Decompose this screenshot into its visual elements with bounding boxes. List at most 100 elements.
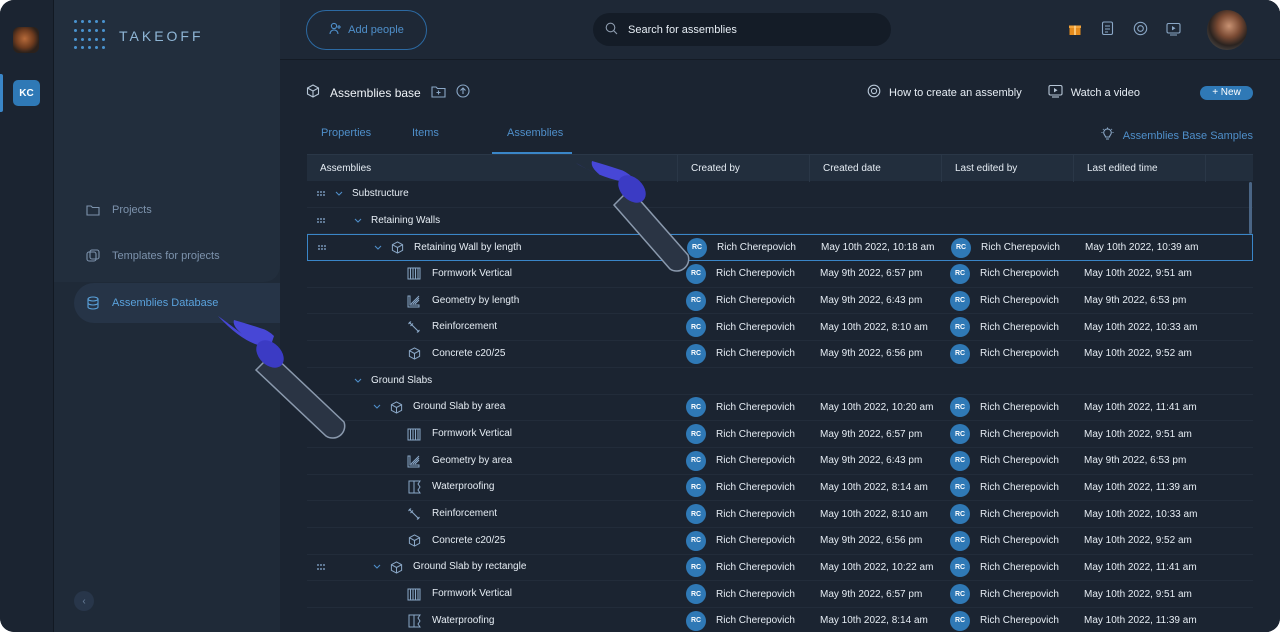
chevron-down-icon[interactable] <box>335 190 343 198</box>
edited-by-cell: RC Rich Cherepovich <box>942 555 1074 581</box>
edited-by-cell: RC Rich Cherepovich <box>943 235 1075 260</box>
table-scrollbar[interactable] <box>1249 182 1252 234</box>
chevron-down-icon[interactable] <box>373 403 381 411</box>
edited-by-cell: RC Rich Cherepovich <box>942 475 1074 501</box>
table-row[interactable]: Formwork Vertical RC Rich Cherepovich May 9… <box>307 421 1253 448</box>
sidebar-item-projects[interactable]: Projects <box>74 190 280 230</box>
table-row[interactable]: Formwork Vertical RC Rich Cherepovich May 9… <box>307 261 1253 288</box>
help-icon[interactable] <box>1132 20 1149 37</box>
table-row[interactable]: Geometry by area RC Rich Cherepovich May 9t… <box>307 448 1253 475</box>
tabs: Properties Items Assemblies <box>306 122 572 154</box>
assembly-name-cell: Geometry by area <box>307 448 678 474</box>
created-date-cell: May 10th 2022, 8:14 am <box>820 481 928 493</box>
app-avatar[interactable] <box>13 27 39 53</box>
table-row[interactable]: Geometry by length RC Rich Cherepovich May … <box>307 288 1253 315</box>
chevron-down-icon[interactable] <box>354 217 362 225</box>
samples-label: Assemblies Base Samples <box>1122 130 1253 142</box>
chevron-down-icon[interactable] <box>374 244 382 252</box>
search-placeholder: Search for assemblies <box>628 23 737 36</box>
user-name: Rich Cherepovich <box>716 561 795 573</box>
drag-handle-icon[interactable] <box>317 217 325 224</box>
collapse-sidebar-button[interactable]: ‹ <box>74 591 94 611</box>
video-icon[interactable] <box>1165 20 1182 37</box>
table-row[interactable]: Retaining Walls <box>307 208 1253 235</box>
avatar: RC <box>686 343 706 364</box>
edited-by-cell: RC Rich Cherepovich <box>942 608 1074 632</box>
new-folder-icon[interactable] <box>431 85 446 101</box>
edited-time-cell <box>1074 208 1206 234</box>
edited-by-cell: RC Rich Cherepovich <box>942 501 1074 527</box>
edited-by-cell: RC Rich Cherepovich <box>942 261 1074 287</box>
tab-properties[interactable]: Properties <box>306 122 397 154</box>
table-row[interactable]: Formwork Vertical RC Rich Cherepovich May 9… <box>307 581 1253 608</box>
assembly-name: Geometry by length <box>432 294 520 306</box>
lightbulb-icon <box>1100 127 1115 145</box>
assembly-name-cell: Geometry by length <box>307 288 678 314</box>
assembly-name: Ground Slab by area <box>413 401 506 413</box>
created-date-cell <box>810 208 942 234</box>
workspace-badge[interactable]: KC <box>13 80 40 106</box>
table-row[interactable]: Ground Slab by rectangle RC Rich Cherepovi… <box>307 555 1253 582</box>
watch-video-label: Watch a video <box>1070 86 1140 99</box>
edited-by-cell: RC Rich Cherepovich <box>942 341 1074 367</box>
drag-handle-icon[interactable] <box>317 564 325 570</box>
assemblies-base-samples-link[interactable]: Assemblies Base Samples <box>1100 127 1253 145</box>
upload-icon[interactable] <box>456 84 470 101</box>
table-row[interactable]: Retaining Wall by length RC Rich Cherepovi… <box>307 234 1253 262</box>
user-name: Rich Cherepovich <box>716 295 795 307</box>
table-row[interactable]: Reinforcement RC Rich Cherepovich May 10th … <box>307 501 1253 528</box>
add-people-button[interactable]: Add people <box>306 10 427 50</box>
edited-time-cell: May 10th 2022, 9:52 am <box>1084 535 1192 547</box>
tab-items[interactable]: Items <box>397 122 492 154</box>
user-name: Rich Cherepovich <box>716 615 795 627</box>
rebar-icon <box>407 507 421 521</box>
document-icon[interactable] <box>1099 20 1116 37</box>
column-header-created-date[interactable]: Created date <box>810 154 942 182</box>
avatar: RC <box>950 290 970 311</box>
table-row[interactable]: Waterproofing RC Rich Cherepovich May 10th … <box>307 475 1253 502</box>
user-name: Rich Cherepovich <box>980 455 1059 467</box>
formwork-icon <box>407 267 421 281</box>
user-avatar[interactable] <box>1207 10 1247 50</box>
sidebar-item-templates[interactable]: Templates for projects <box>74 236 280 276</box>
gift-icon[interactable] <box>1066 20 1083 37</box>
assembly-name: Waterproofing <box>432 614 495 626</box>
user-name: Rich Cherepovich <box>980 561 1059 573</box>
add-people-label: Add people <box>348 24 404 36</box>
column-header-last-edited-by[interactable]: Last edited by <box>942 154 1074 182</box>
user-name: Rich Cherepovich <box>716 348 795 360</box>
table-row[interactable]: Concrete c20/25 RC Rich Cherepovich May 9th… <box>307 341 1253 368</box>
chevron-down-icon[interactable] <box>373 563 381 571</box>
table-row[interactable]: Concrete c20/25 RC Rich Cherepovich May 9th… <box>307 528 1253 555</box>
column-header-last-edited-time[interactable]: Last edited time <box>1074 154 1206 182</box>
drag-handle-icon[interactable] <box>317 190 325 197</box>
avatar: RC <box>686 530 706 551</box>
created-by-cell: RC Rich Cherepovich <box>678 608 810 632</box>
cube-icon <box>407 347 421 361</box>
table-row[interactable]: Ground Slabs <box>307 368 1253 395</box>
cube-icon <box>306 84 320 101</box>
how-to-create-link[interactable]: How to create an assembly <box>867 84 1022 101</box>
edited-by-cell <box>942 368 1074 394</box>
user-name: Rich Cherepovich <box>716 535 795 547</box>
brand-name: TAKEOFF <box>119 27 204 44</box>
tab-assemblies[interactable]: Assemblies <box>492 122 572 154</box>
created-date-cell: May 10th 2022, 10:22 am <box>820 561 934 573</box>
avatar: RC <box>950 557 970 578</box>
drag-handle-icon[interactable] <box>318 244 326 251</box>
edited-by-cell: RC Rich Cherepovich <box>942 528 1074 554</box>
table-row[interactable]: Waterproofing RC Rich Cherepovich May 10th … <box>307 608 1253 632</box>
table-row[interactable]: Ground Slab by area RC Rich Cherepovich May… <box>307 395 1253 422</box>
edited-by-cell: RC Rich Cherepovich <box>942 395 1074 421</box>
edited-time-cell: May 10th 2022, 11:41 am <box>1084 561 1197 573</box>
assembly-name-cell: Formwork Vertical <box>307 581 678 607</box>
avatar: RC <box>951 237 971 258</box>
table-row[interactable]: Substructure <box>307 181 1253 208</box>
geometry-icon <box>407 454 421 468</box>
table-row[interactable]: Reinforcement RC Rich Cherepovich May 10th … <box>307 314 1253 342</box>
search-input[interactable]: Search for assemblies <box>593 13 891 46</box>
assembly-name: Formwork Vertical <box>432 428 513 440</box>
assembly-name-cell: Reinforcement <box>307 314 678 340</box>
watch-video-link[interactable]: Watch a video <box>1048 84 1140 101</box>
new-button[interactable]: + New <box>1200 85 1253 100</box>
